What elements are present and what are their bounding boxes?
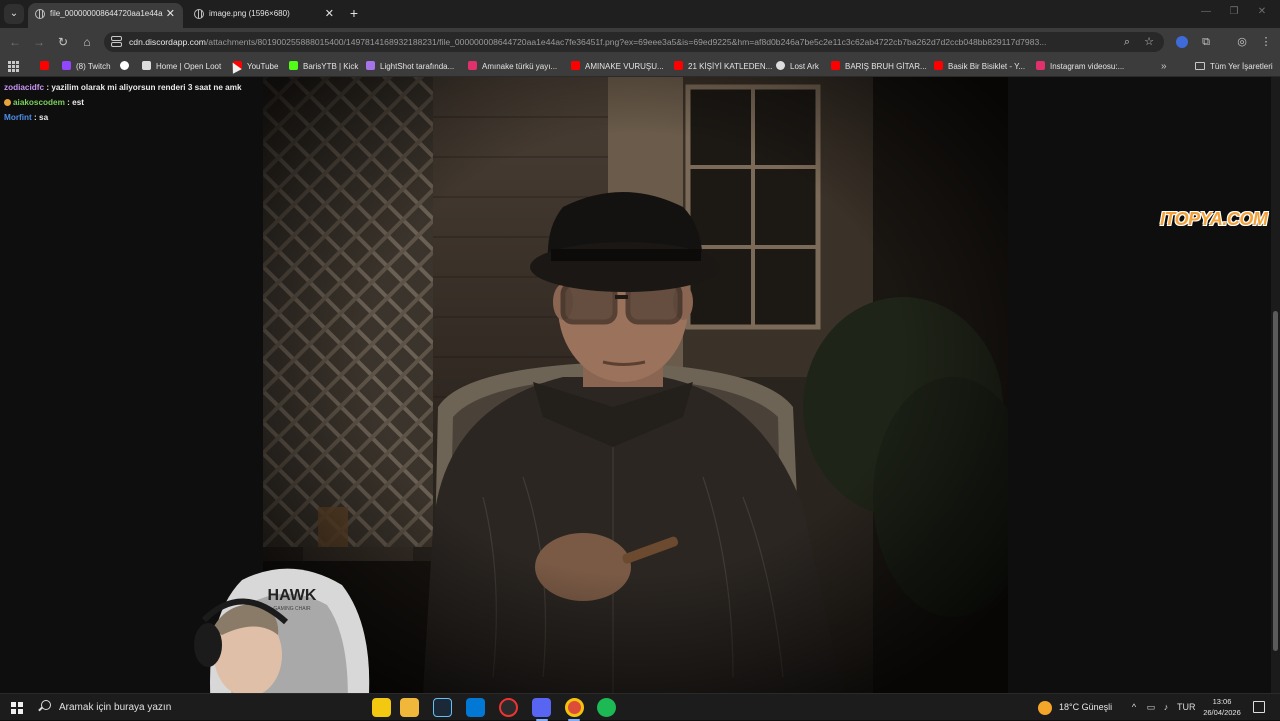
bookmark-item[interactable]: Lost Ark [776,56,819,77]
sticky-app-icon[interactable] [372,698,391,717]
tab-active[interactable]: file_000000008644720aa1e44a ✕ [28,3,183,28]
bookmark-item[interactable]: 21 KİŞİYİ KATLEDEN... [674,56,772,77]
page-scrollbar[interactable] [1271,77,1280,693]
file-explorer-icon[interactable] [400,698,419,717]
browser-toolbar: ← → ↻ ⌂ cdn.discordapp.com/attachments/8… [0,28,1280,56]
youtube-icon [40,61,49,70]
bookmark-item[interactable]: Instagram videosu:... [1036,56,1124,77]
menu-kebab-icon[interactable]: ⋮ [1258,34,1274,50]
taskbar-search-box[interactable]: Aramak için buraya yazın [59,694,171,721]
globe-icon [194,9,204,19]
tab-strip: ⌄ file_000000008644720aa1e44a ✕ image.pn… [0,0,1280,28]
chat-message: Morfint : sa [4,113,49,122]
close-tab-icon[interactable]: ✕ [325,3,334,25]
instagram-icon [1036,61,1045,70]
globe-icon [35,9,45,19]
close-tab-icon[interactable]: ✕ [166,3,175,25]
clock-time: 13:06 [1212,697,1232,706]
close-window-icon[interactable]: ✕ [1256,6,1268,20]
new-tab-button[interactable]: + [347,5,361,21]
bookmark-youtube-icon-only[interactable] [40,56,54,77]
weather-sun-icon[interactable] [1038,701,1052,715]
bookmark-item[interactable]: LightShot tarafında... [366,56,454,77]
steam-icon[interactable] [433,698,452,717]
bookmark-item[interactable]: AMINAKE VURUŞU... [571,56,664,77]
language-indicator[interactable]: TUR [1177,694,1196,721]
windows-taskbar: Aramak için buraya yazın 18°C Güneşli ^ … [0,693,1280,721]
back-arrow-icon[interactable]: ← [6,33,24,51]
stream-chat-overlay: zodiacidfc : yazilim olarak mi aliyorsun… [4,80,260,125]
kick-icon [289,61,298,70]
chat-message: zodiacidfc : yazilim olarak mi aliyorsun… [4,83,242,92]
profile-extension-icon[interactable] [1174,34,1190,50]
chat-badge-icon [4,99,11,106]
chair-sub: GAMING CHAIR [273,606,311,612]
chair-brand: HAWK [268,587,317,604]
youtube-icon [674,61,683,70]
account-avatar-icon[interactable]: ◎ [1234,34,1250,50]
bookmarks-bar: (8) Twitch Home | Open Loot YouTube Bari… [0,56,1280,77]
lightshot-icon [366,61,375,70]
extensions-puzzle-icon[interactable]: ⧉ [1198,34,1214,50]
bookmark-item[interactable]: Home | Open Loot [142,56,221,77]
scrollbar-thumb[interactable] [1273,311,1278,651]
google-icon [120,61,129,70]
volume-icon[interactable]: ♪ [1160,694,1172,721]
reload-icon[interactable]: ↻ [54,33,72,51]
recording-app-icon[interactable] [499,698,518,717]
network-icon[interactable]: ▭ [1145,694,1157,721]
all-bookmarks-folder[interactable]: Tüm Yer İşaretleri [1195,56,1273,77]
youtube-icon [571,61,580,70]
folder-icon [1195,62,1205,70]
more-bookmarks-chevron-icon[interactable]: » [1161,56,1167,77]
windows-start-icon[interactable] [11,702,23,714]
bookmark-item[interactable]: Basik Bir Bisiklet - Y... [934,56,1025,77]
apps-grid-icon[interactable] [8,61,19,72]
zoom-icon[interactable]: ⌕ [1120,35,1134,49]
address-bar[interactable]: cdn.discordapp.com/attachments/801900255… [104,32,1164,52]
youtube-icon [934,61,943,70]
forward-arrow-icon[interactable]: → [30,33,48,51]
youtube-icon [831,61,840,70]
search-icon[interactable] [41,700,51,710]
bookmark-item[interactable]: BARIŞ BRUH GİTAR... [831,56,927,77]
itopya-logo: ITOPYA.COM [1160,209,1268,229]
clock-date: 26/04/2026 [1203,708,1241,717]
tab-search-button[interactable]: ⌄ [4,4,24,24]
bookmark-item[interactable]: BarisYTB | Kick [289,56,358,77]
chrome-icon[interactable] [565,698,584,717]
tab-image[interactable]: image.png (1596×680) ✕ [187,3,342,28]
store-icon[interactable] [466,698,485,717]
url-text[interactable]: cdn.discordapp.com/attachments/801900255… [129,32,1119,52]
openloot-icon [142,61,151,70]
site-info-icon[interactable] [110,36,122,48]
clock[interactable]: 13:06 26/04/2026 [1198,696,1246,718]
instagram-icon [468,61,477,70]
tray-chevron-icon[interactable]: ^ [1128,694,1140,721]
lostark-icon [776,61,785,70]
twitch-icon [62,61,71,70]
chat-message: aiakoscodem : est [4,95,260,110]
bookmark-item[interactable]: (8) Twitch [62,56,111,77]
home-icon[interactable]: ⌂ [78,33,96,51]
minimize-icon[interactable]: — [1200,6,1212,20]
notification-icon[interactable] [1253,701,1265,713]
spotify-icon[interactable] [597,698,616,717]
maximize-icon[interactable]: ❐ [1228,6,1240,20]
bookmark-item[interactable]: Amınake türkü yayı... [468,56,557,77]
discord-icon[interactable] [532,698,551,717]
weather-text[interactable]: 18°C Güneşli [1059,694,1112,721]
bookmark-google[interactable] [120,56,134,77]
tab-title: file_000000008644720aa1e44a [50,9,163,18]
bookmark-star-icon[interactable]: ☆ [1142,35,1156,49]
tab-title: image.png (1596×680) [209,9,290,18]
